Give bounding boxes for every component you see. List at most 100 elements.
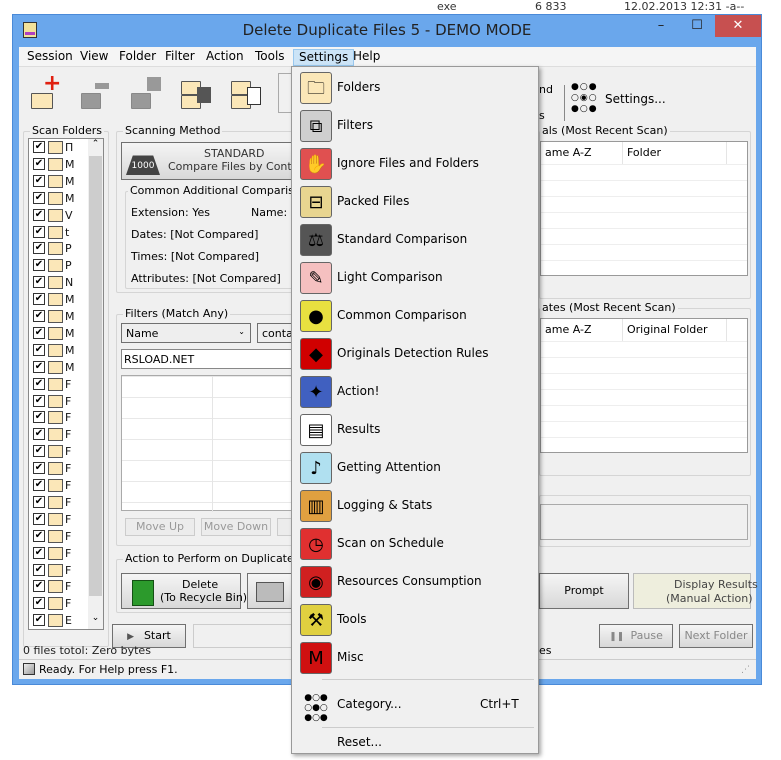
menu-help[interactable]: Help: [348, 49, 385, 66]
scroll-up-icon[interactable]: ⌃: [88, 139, 103, 149]
remove-folder-button[interactable]: [79, 75, 115, 111]
checkbox[interactable]: ✔: [33, 495, 45, 508]
originals-table[interactable]: ame A-Z Folder: [540, 141, 748, 276]
menu-item-filters[interactable]: ⧉ Filters: [294, 108, 536, 144]
scan-folder-item[interactable]: ✔ F: [29, 546, 89, 563]
save-folders-button[interactable]: [179, 75, 215, 111]
menu-item-originals-detection-rules[interactable]: ◆ Originals Detection Rules: [294, 336, 536, 372]
display-results-button[interactable]: Display Results (Manual Action): [633, 573, 758, 609]
scan-folder-item[interactable]: ✔ M: [29, 343, 89, 360]
scan-folder-item[interactable]: ✔ F: [29, 580, 89, 596]
menu-item-scan-on-schedule[interactable]: ◷ Scan on Schedule: [294, 526, 536, 562]
scan-folder-item[interactable]: ✔ E: [29, 614, 89, 630]
menu-tools[interactable]: Tools: [250, 49, 290, 66]
checkbox[interactable]: ✔: [33, 479, 45, 491]
menu-item-standard-comparison[interactable]: ⚖ Standard Comparison: [294, 222, 536, 258]
checkbox[interactable]: ✔: [33, 225, 45, 238]
checkbox[interactable]: ✔: [33, 377, 45, 390]
scan-folder-item[interactable]: ✔ F: [29, 428, 89, 444]
checkbox[interactable]: ✔: [33, 411, 45, 424]
checkbox[interactable]: ✔: [33, 259, 45, 272]
menu-folder[interactable]: Folder: [114, 49, 161, 66]
scanning-method-button[interactable]: 1000 STANDARD Compare Files by Content: [121, 142, 317, 180]
checkbox[interactable]: ✔: [33, 174, 45, 187]
scan-folder-item[interactable]: ✔ П: [29, 141, 89, 157]
load-folders-button[interactable]: [229, 75, 265, 111]
close-button[interactable]: ✕: [715, 15, 761, 37]
pause-button[interactable]: ❚❚ Pause: [599, 624, 673, 648]
scan-folder-item[interactable]: ✔ F: [29, 411, 89, 427]
checkbox[interactable]: ✔: [33, 141, 45, 153]
checkbox[interactable]: ✔: [33, 597, 45, 610]
scan-folder-item[interactable]: ✔ F: [29, 462, 89, 478]
scan-folder-item[interactable]: ✔ M: [29, 360, 89, 377]
delete-recycle-button[interactable]: Delete (To Recycle Bin): [121, 573, 247, 609]
prompt-button[interactable]: Prompt: [539, 573, 629, 609]
checkbox[interactable]: ✔: [33, 343, 45, 356]
menu-view[interactable]: View: [75, 49, 113, 66]
folders-scrollbar[interactable]: ⌃ ⌄: [88, 139, 103, 629]
scan-folder-item[interactable]: ✔ F: [29, 377, 89, 394]
duplicates-table[interactable]: ame A-Z Original Folder: [540, 318, 748, 453]
menu-session[interactable]: Session: [22, 49, 78, 66]
move-down-button[interactable]: Move Down: [201, 518, 271, 536]
menu-item-category[interactable]: ●○● ○●○ ●○● Category... Ctrl+T: [294, 687, 536, 723]
checkbox[interactable]: ✔: [33, 580, 45, 593]
scan-folder-item[interactable]: ✔ M: [29, 293, 89, 309]
menu-item-tools[interactable]: ⚒ Tools: [294, 602, 536, 638]
checkbox[interactable]: ✔: [33, 157, 45, 170]
maximize-button[interactable]: ☐: [679, 15, 715, 37]
scan-folder-item[interactable]: ✔ F: [29, 479, 89, 495]
column-original-folder[interactable]: Original Folder: [623, 319, 727, 341]
menu-item-action[interactable]: ✦ Action!: [294, 374, 536, 410]
scan-folder-item[interactable]: ✔ M: [29, 157, 89, 174]
menu-item-getting-attention[interactable]: ♪ Getting Attention: [294, 450, 536, 486]
menu-item-resources-consumption[interactable]: ◉ Resources Consumption: [294, 564, 536, 600]
checkbox[interactable]: ✔: [33, 310, 45, 322]
scan-folder-item[interactable]: ✔ M: [29, 326, 89, 343]
menu-item-folders[interactable]: 🗀 Folders: [294, 70, 536, 106]
scan-folder-item[interactable]: ✔ M: [29, 191, 89, 208]
scan-folder-item[interactable]: ✔ F: [29, 512, 89, 529]
checkbox[interactable]: ✔: [33, 563, 45, 576]
menu-item-results[interactable]: ▤ Results: [294, 412, 536, 448]
checkbox[interactable]: ✔: [33, 191, 45, 204]
column-name[interactable]: ame A-Z: [541, 319, 623, 341]
column-folder[interactable]: Folder: [623, 142, 727, 164]
scan-folder-item[interactable]: ✔ N: [29, 276, 89, 292]
checkbox[interactable]: ✔: [33, 462, 45, 475]
title-bar[interactable]: Delete Duplicate Files 5 - DEMO MODE – ☐…: [13, 15, 761, 47]
add-folder-button[interactable]: +: [29, 71, 65, 111]
checkbox[interactable]: ✔: [33, 614, 45, 627]
remove-all-folders-button[interactable]: [129, 75, 165, 111]
menu-item-misc[interactable]: M Misc: [294, 640, 536, 676]
menu-action[interactable]: Action: [201, 49, 249, 66]
scan-folder-item[interactable]: ✔ F: [29, 445, 89, 461]
scan-folder-item[interactable]: ✔ V: [29, 208, 89, 225]
menu-filter[interactable]: Filter: [160, 49, 200, 66]
scan-folder-item[interactable]: ✔ F: [29, 563, 89, 580]
checkbox[interactable]: ✔: [33, 512, 45, 525]
checkbox[interactable]: ✔: [33, 208, 45, 221]
menu-item-reset[interactable]: Reset...: [294, 727, 536, 753]
scan-folder-item[interactable]: ✔ F: [29, 597, 89, 613]
checkbox[interactable]: ✔: [33, 360, 45, 373]
filters-list[interactable]: [121, 375, 317, 512]
checkbox[interactable]: ✔: [33, 546, 45, 559]
settings-toolbar-button[interactable]: ●○● ○◉○ ●○● Settings...: [571, 79, 681, 119]
checkbox[interactable]: ✔: [33, 428, 45, 441]
menu-item-ignore-files-and-folders[interactable]: ✋ Ignore Files and Folders: [294, 146, 536, 182]
checkbox[interactable]: ✔: [33, 326, 45, 339]
scan-folder-item[interactable]: ✔ F: [29, 529, 89, 546]
checkbox[interactable]: ✔: [33, 445, 45, 458]
scan-folder-item[interactable]: ✔ M: [29, 310, 89, 326]
scan-folder-item[interactable]: ✔ F: [29, 495, 89, 512]
move-up-button[interactable]: Move Up: [125, 518, 195, 536]
checkbox[interactable]: ✔: [33, 529, 45, 542]
menu-item-packed-files[interactable]: ⊟ Packed Files: [294, 184, 536, 220]
scan-folder-item[interactable]: ✔ F: [29, 394, 89, 411]
scan-folder-item[interactable]: ✔ P: [29, 259, 89, 275]
next-folder-button[interactable]: Next Folder: [679, 624, 753, 648]
checkbox[interactable]: ✔: [33, 276, 45, 289]
column-name[interactable]: ame A-Z: [541, 142, 623, 164]
